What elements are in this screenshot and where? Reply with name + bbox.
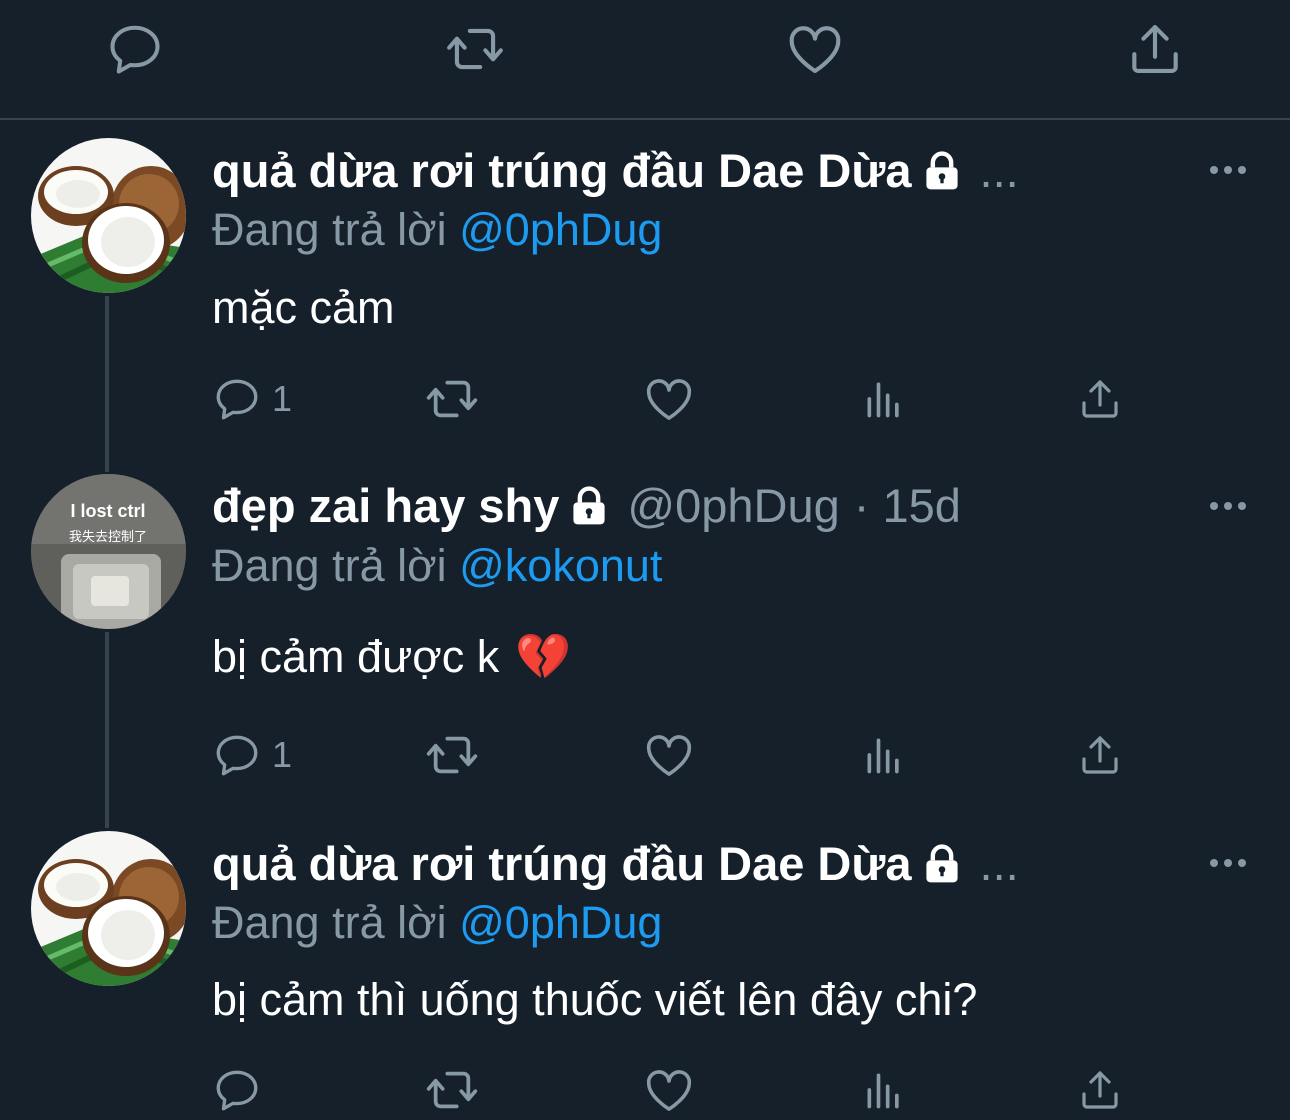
- reply-icon: [212, 374, 262, 424]
- tweet-text-content: bị cảm được k: [212, 630, 500, 682]
- more-options-icon[interactable]: [1208, 158, 1248, 182]
- like-button[interactable]: [642, 725, 696, 785]
- reply-to-handle[interactable]: @0phDug: [459, 204, 662, 255]
- avatar[interactable]: [31, 138, 186, 293]
- more-options-icon[interactable]: [1208, 851, 1248, 875]
- retweet-button[interactable]: [444, 18, 506, 80]
- avatar[interactable]: I lost ctrl 我失去控制了: [31, 474, 186, 629]
- share-button[interactable]: [1076, 369, 1124, 429]
- lock-icon: [920, 149, 964, 193]
- reply-button[interactable]: [104, 18, 166, 80]
- tweet-actions: 1: [212, 369, 1142, 429]
- share-icon: [1076, 375, 1124, 423]
- reply-icon: [212, 730, 262, 780]
- retweet-button[interactable]: [424, 1060, 480, 1120]
- reply-count: 1: [272, 734, 293, 775]
- share-icon: [1076, 1066, 1124, 1114]
- header-overflow: ...: [979, 144, 1019, 197]
- avatar[interactable]: [31, 831, 186, 986]
- tweet-actions: [212, 1060, 1142, 1120]
- tweet-text-content: bị cảm thì uống thuốc viết lên đây chi?: [212, 974, 978, 1025]
- retweet-button[interactable]: [424, 369, 480, 429]
- like-icon: [642, 728, 696, 782]
- like-button[interactable]: [784, 18, 846, 80]
- retweet-icon: [424, 727, 480, 783]
- retweet-button[interactable]: [424, 725, 480, 785]
- lock-icon: [567, 484, 611, 528]
- like-icon: [642, 372, 696, 426]
- header-overflow: ...: [979, 837, 1019, 890]
- tweet-header: quả dừa rơi trúng đầu Dae Dừa ...: [212, 836, 1019, 891]
- display-name[interactable]: quả dừa rơi trúng đầu Dae Dừa: [212, 143, 912, 198]
- stats-icon: [862, 1068, 906, 1112]
- timestamp[interactable]: · 15d: [854, 478, 961, 533]
- keyboard-avatar-image: I lost ctrl 我失去控制了: [31, 474, 186, 629]
- stats-button[interactable]: [862, 725, 906, 785]
- share-button[interactable]: [1124, 18, 1186, 80]
- top-action-bar: [0, 0, 1290, 118]
- lock-icon: [920, 842, 964, 886]
- tweet-header: quả dừa rơi trúng đầu Dae Dừa ...: [212, 143, 1019, 198]
- display-name[interactable]: quả dừa rơi trúng đầu Dae Dừa: [212, 836, 912, 891]
- coconut-avatar-image: [31, 138, 186, 293]
- retweet-icon: [424, 1062, 480, 1118]
- tweet-text-content: mặc cảm: [212, 282, 395, 333]
- avatar-caption-chinese: 我失去控制了: [69, 530, 147, 545]
- replying-to: Đang trả lời @kokonut: [212, 540, 662, 592]
- reply-button[interactable]: 1: [212, 369, 292, 429]
- broken-heart-emoji: 💔: [515, 631, 572, 682]
- replying-to-label: Đang trả lời: [212, 897, 460, 948]
- retweet-icon: [444, 18, 506, 80]
- like-button[interactable]: [642, 1060, 696, 1120]
- reply-button[interactable]: [212, 1060, 272, 1120]
- replying-to: Đang trả lời @0phDug: [212, 897, 662, 949]
- retweet-icon: [424, 371, 480, 427]
- reply-icon: [105, 19, 165, 79]
- reply-button[interactable]: 1: [212, 725, 292, 785]
- coconut-avatar-image: [31, 831, 186, 986]
- stats-button[interactable]: [862, 369, 906, 429]
- like-icon: [784, 18, 846, 80]
- reply-to-handle[interactable]: @0phDug: [459, 897, 662, 948]
- reply-icon: [212, 1065, 262, 1115]
- tweet-actions: 1: [212, 725, 1142, 785]
- replying-to: Đang trả lời @0phDug: [212, 204, 662, 256]
- divider: [0, 118, 1290, 120]
- tweet-header: đẹp zai hay shy @0phDug · 15d: [212, 478, 961, 533]
- avatar-caption: I lost ctrl: [70, 501, 145, 521]
- like-icon: [642, 1063, 696, 1117]
- like-button[interactable]: [642, 369, 696, 429]
- thread-connector: [105, 296, 109, 472]
- tweet-text: bị cảm thì uống thuốc viết lên đây chi?: [212, 974, 977, 1026]
- replying-to-label: Đang trả lời: [212, 540, 460, 591]
- reply-to-handle[interactable]: @kokonut: [459, 540, 662, 591]
- thread-connector: [105, 632, 109, 828]
- reply-count: 1: [272, 378, 293, 419]
- tweet-text: mặc cảm: [212, 282, 395, 334]
- stats-button[interactable]: [862, 1060, 906, 1120]
- share-button[interactable]: [1076, 725, 1124, 785]
- stats-icon: [862, 733, 906, 777]
- share-button[interactable]: [1076, 1060, 1124, 1120]
- user-handle[interactable]: @0phDug: [627, 478, 839, 533]
- replying-to-label: Đang trả lời: [212, 204, 460, 255]
- share-icon: [1124, 18, 1186, 80]
- share-icon: [1076, 731, 1124, 779]
- tweet-text: bị cảm được k 💔: [212, 630, 571, 683]
- stats-icon: [862, 377, 906, 421]
- display-name[interactable]: đẹp zai hay shy: [212, 478, 559, 533]
- more-options-icon[interactable]: [1208, 494, 1248, 518]
